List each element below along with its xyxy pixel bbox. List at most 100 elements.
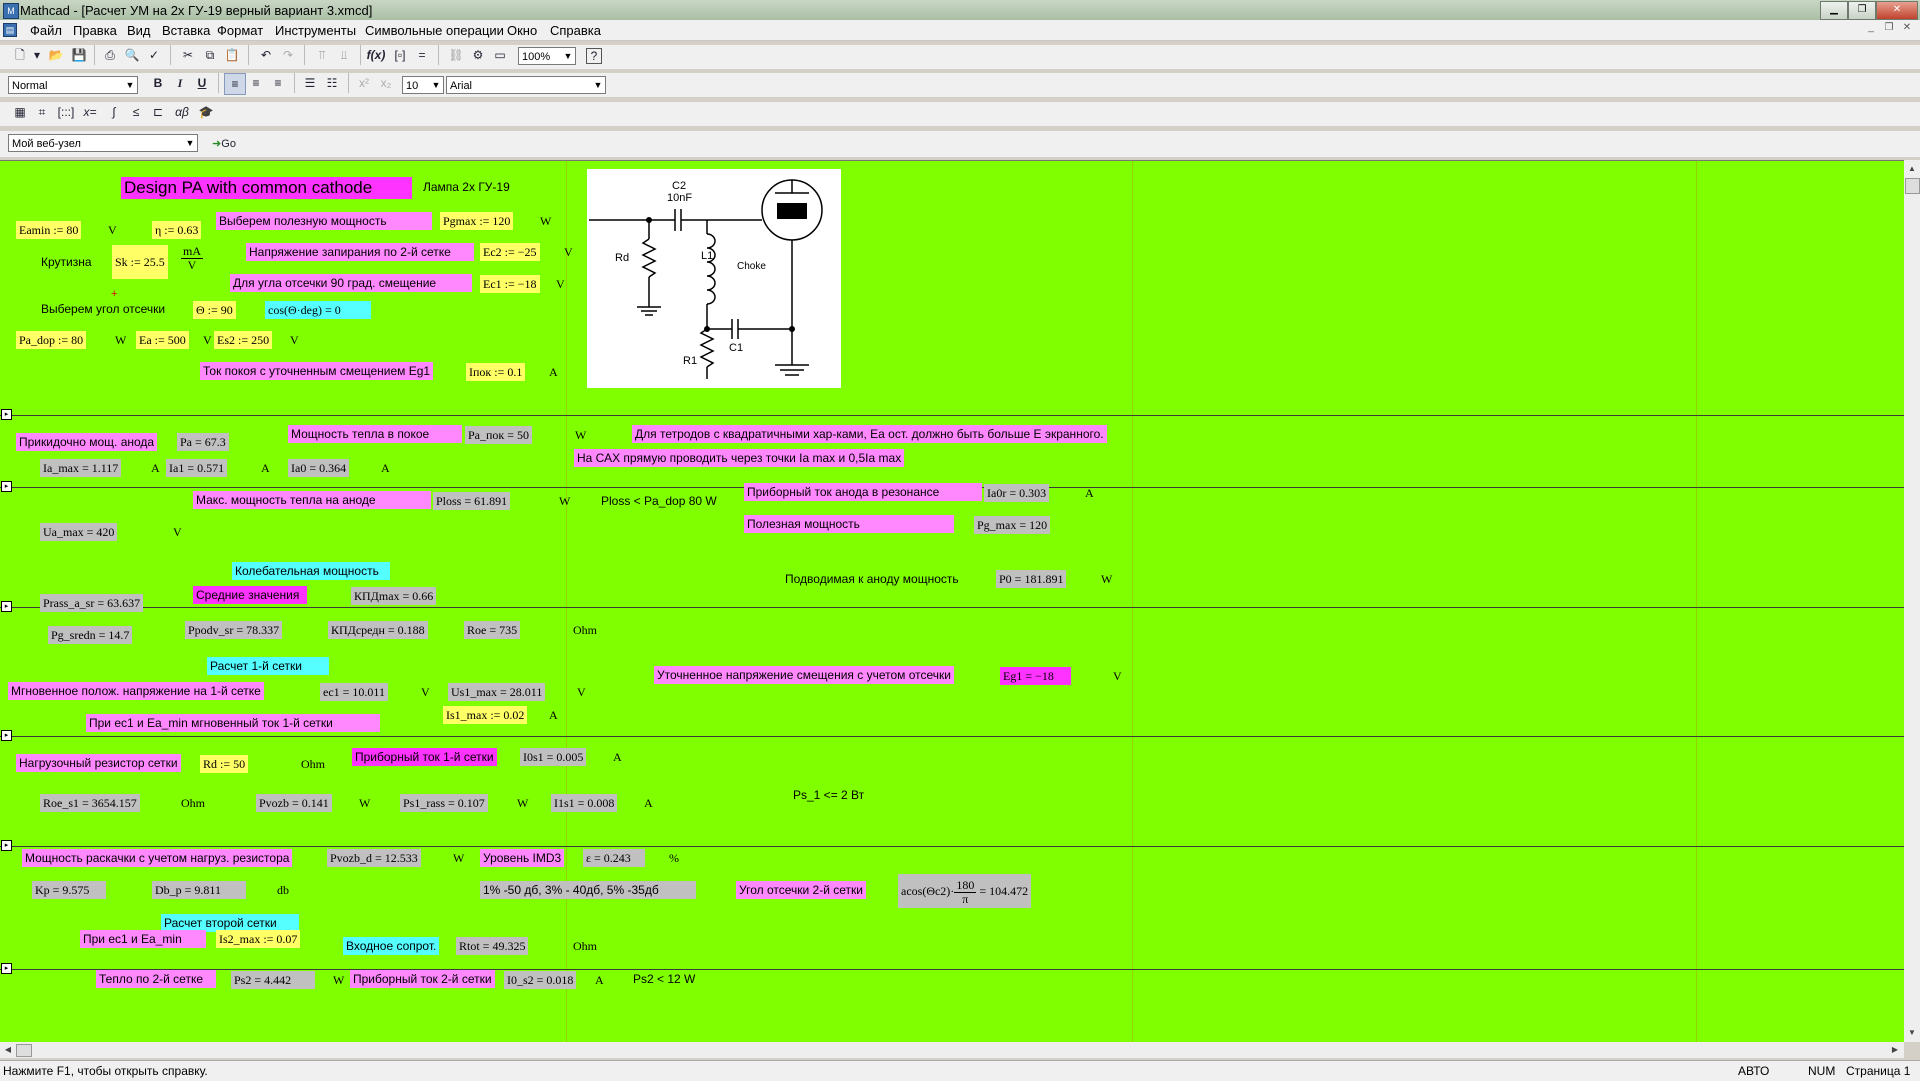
vertical-scroll-thumb[interactable]: [1905, 178, 1920, 194]
menu-format[interactable]: Формат: [217, 23, 263, 38]
ia0r-eval[interactable]: Ia0r = 0.303: [984, 484, 1050, 502]
region-collapse-marker[interactable]: ▸: [1, 730, 12, 741]
pa-eval[interactable]: Pa = 67.3: [177, 433, 229, 451]
ec2-def[interactable]: Ec2 := −25: [480, 243, 540, 261]
menu-file[interactable]: Файл: [30, 23, 62, 38]
cos-eval[interactable]: cos(Θ·deg) = 0: [265, 301, 371, 319]
component-wizard-icon[interactable]: ⚙: [468, 45, 488, 65]
ec1-def[interactable]: Ec1 := −18: [480, 275, 540, 293]
approx-power-label[interactable]: Прикидочно мощ. анода: [16, 433, 158, 451]
us1-max-eval[interactable]: Us1_max = 28.011: [448, 683, 546, 701]
db-p-eval[interactable]: Db_p = 9.811: [152, 881, 246, 899]
vertical-scrollbar[interactable]: ▲ ▼: [1904, 160, 1920, 1042]
choose-power-label[interactable]: Выберем полезную мощность: [216, 212, 432, 230]
print-preview-icon[interactable]: 🔍: [122, 45, 142, 65]
horizontal-scrollbar[interactable]: ◀ ▶: [0, 1042, 1904, 1058]
menu-window[interactable]: Окно: [507, 23, 537, 38]
insert-function-icon[interactable]: f(x): [366, 45, 386, 65]
load-resistor-label[interactable]: Нагрузочный резистор сетки: [16, 754, 181, 772]
ploss-compare[interactable]: Ploss < Pa_dop 80 W: [598, 492, 720, 510]
cutoff-voltage-label[interactable]: Напряжение запирания по 2-й сетке: [246, 243, 474, 261]
print-icon[interactable]: ⎙: [100, 45, 120, 65]
align-right-icon[interactable]: ≡: [268, 73, 288, 93]
minimize-button[interactable]: ▁: [1820, 1, 1848, 20]
grid2-current-label[interactable]: Приборный ток 2-й сетки: [350, 970, 495, 988]
roe-eval[interactable]: Roe = 735: [464, 621, 521, 639]
pg-sredn-eval[interactable]: Pg_sredn = 14.7: [48, 626, 133, 644]
horizontal-scroll-thumb[interactable]: [16, 1044, 32, 1057]
menu-view[interactable]: Вид: [127, 23, 151, 38]
is2-max-def[interactable]: Is2_max := 0.07: [216, 930, 301, 948]
kpd-max-eval[interactable]: КПДmax = 0.66: [351, 587, 437, 605]
graph-icon[interactable]: ⌗: [32, 102, 52, 122]
sk-def[interactable]: Sk := 25.5: [112, 245, 168, 279]
region-collapse-marker[interactable]: ▸: [1, 601, 12, 612]
prass-eval[interactable]: Prass_a_sr = 63.637: [40, 594, 144, 612]
rd-def[interactable]: Rd := 50: [200, 755, 249, 773]
p0-eval[interactable]: P0 = 181.891: [996, 570, 1067, 588]
pvozb-d-eval[interactable]: Pvozb_d = 12.533: [327, 849, 421, 867]
grid1-current-label[interactable]: Приборный ток 1-й сетки: [352, 748, 497, 766]
calculate-icon[interactable]: =: [412, 45, 432, 65]
menu-edit[interactable]: Правка: [73, 23, 117, 38]
osc-power-label[interactable]: Колебательная мощность: [232, 562, 390, 580]
i0s2-eval[interactable]: I0_s2 = 0.018: [504, 971, 577, 989]
ps1-rass-eval[interactable]: Ps1_rass = 0.107: [400, 794, 488, 812]
grid2-angle-label[interactable]: Угол отсечки 2-й сетки: [736, 881, 866, 899]
region-collapse-marker[interactable]: ▸: [1, 963, 12, 974]
useful-power-label[interactable]: Полезная мощность: [744, 515, 954, 533]
ea-def[interactable]: Ea := 500: [136, 331, 189, 349]
theta-def[interactable]: Θ := 90: [193, 301, 236, 319]
i1s1-eval[interactable]: I1s1 = 0.008: [551, 794, 618, 812]
symbolic-icon[interactable]: 🎓: [196, 102, 216, 122]
worksheet[interactable]: ▸ ▸ ▸ ▸ ▸ ▸ Design PA with common cathod…: [0, 160, 1904, 1043]
cut-icon[interactable]: ✂: [178, 45, 198, 65]
mdi-restore-button[interactable]: ❐: [1880, 22, 1898, 37]
pgmax-def[interactable]: Pgmax := 120: [440, 212, 514, 230]
papok-eval[interactable]: Pa_пок = 50: [465, 426, 533, 444]
is1-max-def[interactable]: Is1_max := 0.02: [443, 706, 528, 724]
menu-tools[interactable]: Инструменты: [275, 23, 356, 38]
align-center-icon[interactable]: ≡: [246, 73, 266, 93]
avg-values-label[interactable]: Средние значения: [193, 586, 307, 604]
zoom-select[interactable]: 100% ▼: [518, 47, 576, 65]
greek-icon[interactable]: αβ: [172, 102, 192, 122]
web-location-select[interactable]: Мой веб-узел ▼: [8, 134, 198, 152]
calculus-icon[interactable]: ∫: [104, 102, 124, 122]
eta-def[interactable]: η := 0.63: [152, 221, 202, 239]
ps2-compare[interactable]: Ps2 < 12 W: [630, 970, 698, 988]
grid2-heat-label[interactable]: Тепло по 2-й сетке: [96, 970, 216, 988]
drive-power-label[interactable]: Мощность раскачки с учетом нагруз. резис…: [22, 849, 293, 867]
numbered-list-icon[interactable]: ☷: [322, 73, 342, 93]
rest-power-label[interactable]: Мощность тепла в покое: [288, 425, 462, 443]
padop-def[interactable]: Pa_dop := 80: [16, 331, 87, 349]
spellcheck-icon[interactable]: ✓: [144, 45, 164, 65]
font-size-select[interactable]: 10 ▼: [402, 76, 444, 94]
inst-voltage-label[interactable]: Мгновенное полож. напряжение на 1-й сетк…: [8, 682, 264, 700]
maximize-button[interactable]: ❐: [1848, 1, 1876, 20]
resonance-current-label[interactable]: Приборный ток анода в резонансе: [744, 483, 982, 501]
supplied-power-label[interactable]: Подводимая к аноду мощность: [782, 570, 962, 588]
i0s1-eval[interactable]: I0s1 = 0.005: [520, 748, 587, 766]
acos-eval[interactable]: acos(Θc2)· 180 π = 104.472: [898, 874, 1032, 908]
ec1-eval[interactable]: ec1 = 10.011: [320, 683, 388, 701]
italic-button[interactable]: I: [170, 73, 190, 93]
eg1-eval[interactable]: Eg1 = −18: [1000, 667, 1071, 685]
open-icon[interactable]: 📂: [46, 45, 66, 65]
paste-icon[interactable]: 📋: [222, 45, 242, 65]
align-left-icon[interactable]: ≡: [224, 73, 246, 95]
roe-s1-eval[interactable]: Roe_s1 = 3654.157: [40, 794, 140, 812]
at-ec1-label[interactable]: При ec1 и Ea_min: [80, 930, 206, 948]
align-top-icon[interactable]: ⫪: [312, 45, 332, 65]
help-icon[interactable]: ?: [586, 48, 602, 64]
matrix-icon[interactable]: [:::]: [56, 102, 76, 122]
ppodv-eval[interactable]: Ppodv_sr = 78.337: [185, 621, 283, 639]
save-icon[interactable]: 💾: [69, 45, 89, 65]
underline-button[interactable]: U: [192, 73, 212, 93]
ua-max-eval[interactable]: Ua_max = 420: [40, 523, 118, 541]
calculator-icon[interactable]: ▦: [10, 102, 30, 122]
bias90-label[interactable]: Для угла отсечки 90 град. смещение: [230, 274, 472, 292]
menu-help[interactable]: Справка: [550, 23, 601, 38]
menu-symbolics[interactable]: Символьные операции: [365, 23, 504, 38]
undo-icon[interactable]: ↶: [256, 45, 276, 65]
